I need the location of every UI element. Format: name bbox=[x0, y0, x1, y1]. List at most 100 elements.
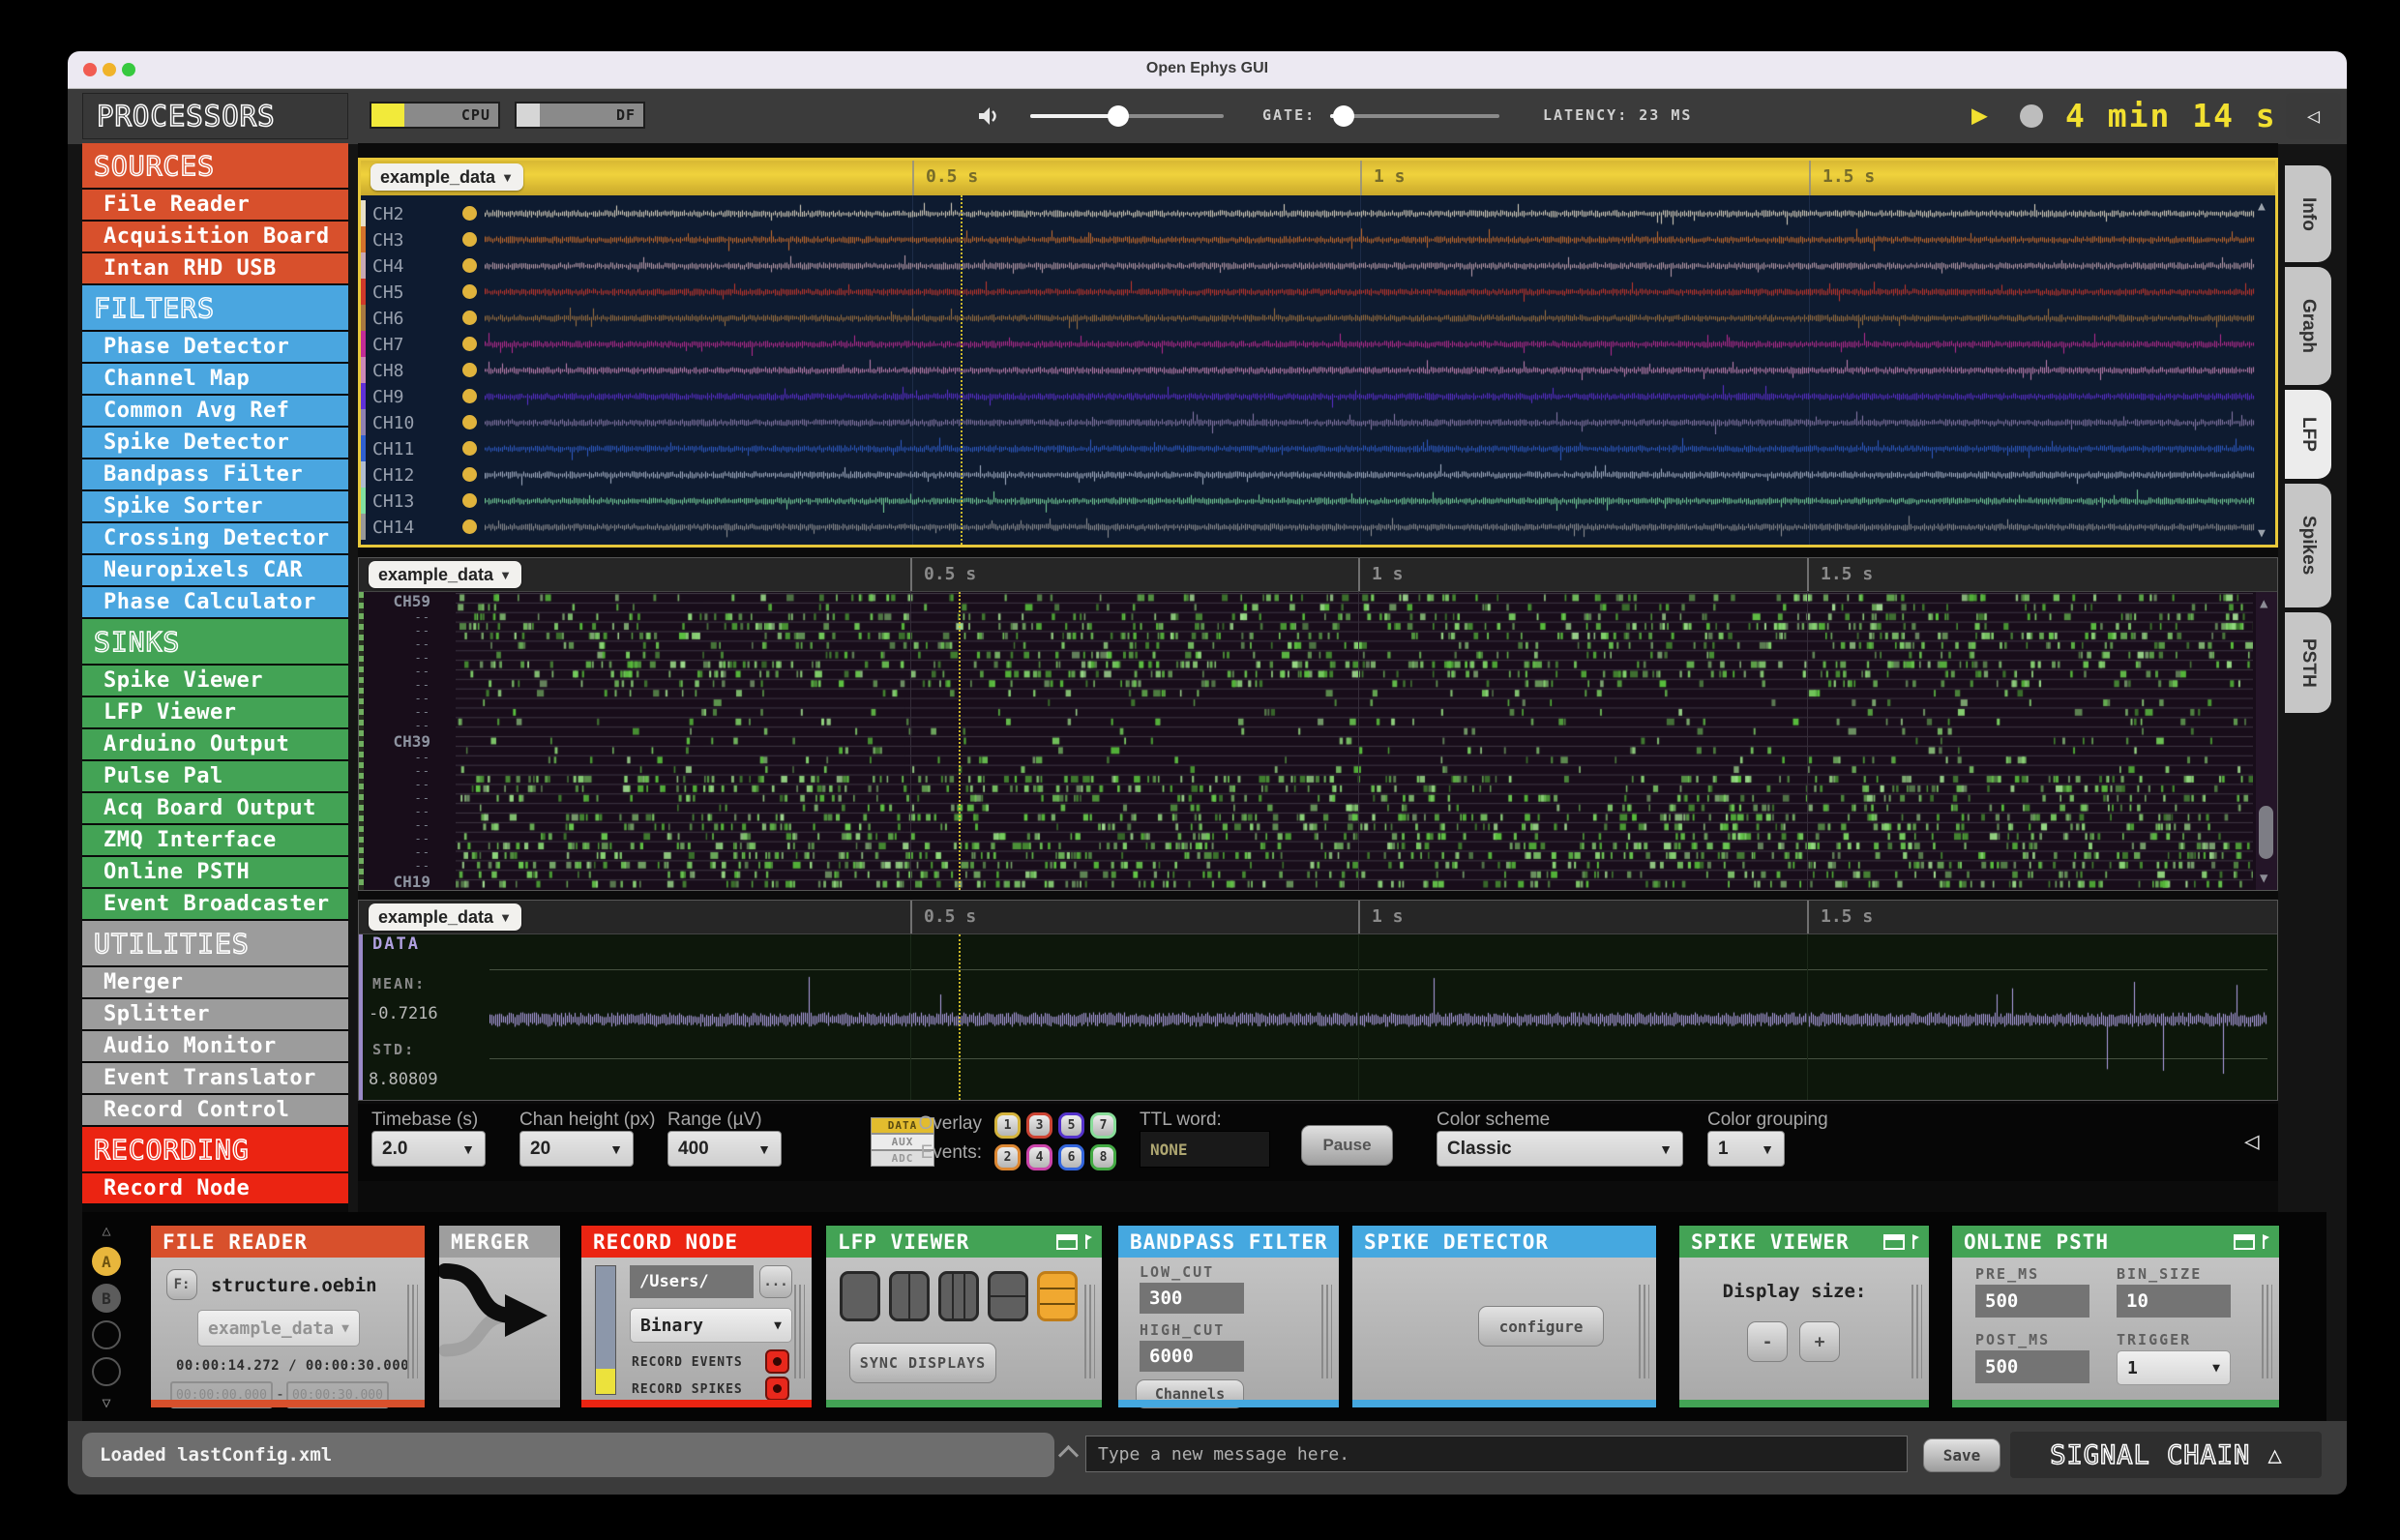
overlay-event-button-8[interactable]: 8 bbox=[1090, 1144, 1116, 1170]
channel-enable-dot[interactable] bbox=[462, 389, 477, 403]
record-node-header[interactable]: RECORD NODE bbox=[581, 1226, 812, 1258]
sidebar-item-spike-sorter[interactable]: Spike Sorter bbox=[82, 491, 348, 521]
data-plot-area[interactable]: DATA MEAN: -0.7216 STD: 8.80809 bbox=[359, 934, 2277, 1100]
bin-size-field[interactable]: 10 bbox=[2117, 1285, 2231, 1318]
lfp-scrollbar[interactable]: ▲ ▼ bbox=[2256, 199, 2273, 541]
channel-enable-dot[interactable] bbox=[462, 311, 477, 325]
channel-enable-dot[interactable] bbox=[462, 493, 477, 508]
sidebar-item-neuropixels-car[interactable]: Neuropixels CAR bbox=[82, 555, 348, 585]
open-in-window-icon[interactable] bbox=[2234, 1233, 2255, 1250]
scroll-up-icon[interactable]: ▲ bbox=[2258, 199, 2266, 214]
sidebar-item-record-control[interactable]: Record Control bbox=[82, 1095, 348, 1125]
editor-drag-handle[interactable] bbox=[1321, 1285, 1332, 1378]
open-in-window-icon[interactable] bbox=[1883, 1233, 1905, 1250]
open-in-window-icon[interactable] bbox=[1056, 1233, 1078, 1250]
lfp-trace-canvas[interactable] bbox=[485, 280, 2255, 304]
tab-psth[interactable]: PSTH bbox=[2285, 612, 2331, 713]
lfp-trace-canvas[interactable] bbox=[485, 384, 2255, 408]
editor-drag-handle[interactable] bbox=[1639, 1285, 1649, 1378]
data-trace-canvas[interactable] bbox=[489, 936, 2267, 1099]
record-engine-dropdown[interactable]: Binary ▼ bbox=[630, 1308, 792, 1343]
overlay-event-button-5[interactable]: 5 bbox=[1058, 1112, 1084, 1139]
sync-displays-button[interactable]: SYNC DISPLAYS bbox=[849, 1343, 996, 1383]
tab-info[interactable]: Info bbox=[2285, 165, 2331, 262]
record-button[interactable] bbox=[2020, 104, 2043, 128]
lfp-channel-row-ch2[interactable]: CH2 bbox=[361, 200, 2275, 226]
channel-enable-dot[interactable] bbox=[462, 284, 477, 299]
overlay-event-button-3[interactable]: 3 bbox=[1026, 1112, 1052, 1139]
sidebar-item-zmq-interface[interactable]: ZMQ Interface bbox=[82, 825, 348, 855]
file-reader-editor[interactable]: FILE READER F: structure.oebin example_d… bbox=[150, 1225, 426, 1408]
scroll-down-icon[interactable]: ▼ bbox=[2258, 526, 2266, 541]
chain-down-icon[interactable]: ▽ bbox=[102, 1394, 110, 1411]
record-node-editor[interactable]: RECORD NODE /Users/ ... Binary ▼ RECORD … bbox=[580, 1225, 813, 1408]
save-button[interactable]: Save bbox=[1923, 1438, 2000, 1472]
raster-plot-area[interactable]: CH59 -- -- -- -- -- -- -- -- -- CH39 -- -- -- -- -- -- --… bbox=[359, 592, 2277, 890]
chain-slot-button[interactable] bbox=[92, 1357, 121, 1386]
overlay-event-button-7[interactable]: 7 bbox=[1090, 1112, 1116, 1139]
lfp-trace-canvas[interactable] bbox=[485, 227, 2255, 252]
tab-spikes[interactable]: Spikes bbox=[2285, 484, 2331, 607]
lfp-channel-row-ch12[interactable]: CH12 bbox=[361, 461, 2275, 488]
channel-enable-dot[interactable] bbox=[462, 258, 477, 273]
lfp-channel-row-ch4[interactable]: CH4 bbox=[361, 252, 2275, 279]
file-reader-header[interactable]: FILE READER bbox=[151, 1226, 425, 1258]
layout-single-button[interactable] bbox=[840, 1271, 880, 1321]
display-size-plus-button[interactable]: + bbox=[1799, 1321, 1840, 1362]
overlay-event-button-1[interactable]: 1 bbox=[994, 1112, 1021, 1139]
sidebar-item-crossing-detector[interactable]: Crossing Detector bbox=[82, 523, 348, 553]
spike-viewer-editor[interactable]: SPIKE VIEWER Display size: - + bbox=[1678, 1225, 1930, 1408]
lfp-trace-canvas[interactable] bbox=[485, 201, 2255, 225]
online-psth-editor[interactable]: ONLINE PSTH PRE_MS 500 BIN_SIZE 10 POST_… bbox=[1951, 1225, 2280, 1408]
lfp-trace-canvas[interactable] bbox=[485, 253, 2255, 278]
sidebar-item-channel-map[interactable]: Channel Map bbox=[82, 364, 348, 394]
gate-slider-knob[interactable] bbox=[1333, 105, 1354, 127]
color-scheme-select[interactable]: Classic ▼ bbox=[1437, 1131, 1683, 1167]
lfp-channel-row-ch6[interactable]: CH6 bbox=[361, 305, 2275, 331]
sidebar-item-bandpass-filter[interactable]: Bandpass Filter bbox=[82, 459, 348, 489]
lfp-trace-canvas[interactable] bbox=[485, 436, 2255, 460]
sidebar-item-spike-detector[interactable]: Spike Detector bbox=[82, 428, 348, 458]
scroll-up-icon[interactable]: ▲ bbox=[2260, 596, 2267, 611]
file-select-button[interactable]: F: bbox=[166, 1269, 197, 1300]
lfp-trace-canvas[interactable] bbox=[485, 515, 2255, 539]
post-ms-field[interactable]: 500 bbox=[1975, 1350, 2089, 1383]
timebase-select[interactable]: 2.0 ▼ bbox=[371, 1131, 486, 1167]
low-cut-field[interactable]: 300 bbox=[1140, 1283, 1244, 1314]
lfp-channel-row-ch7[interactable]: CH7 bbox=[361, 331, 2275, 357]
lfp-channel-row-ch13[interactable]: CH13 bbox=[361, 488, 2275, 514]
sidebar-item-pulse-pal[interactable]: Pulse Pal bbox=[82, 761, 348, 791]
lfp-channel-row-ch14[interactable]: CH14 bbox=[361, 514, 2275, 540]
open-in-tab-icon[interactable] bbox=[1912, 1234, 1919, 1249]
overlay-event-button-6[interactable]: 6 bbox=[1058, 1144, 1084, 1170]
editor-drag-handle[interactable] bbox=[1084, 1285, 1095, 1378]
tab-lfp[interactable]: LFP bbox=[2285, 390, 2331, 479]
chain-b-button[interactable]: B bbox=[92, 1284, 121, 1313]
sidebar-item-intan-rhd-usb[interactable]: Intan RHD USB bbox=[82, 253, 348, 283]
data-stream-selector[interactable]: example_data ▼ bbox=[369, 903, 521, 931]
sidebar-item-merger[interactable]: Merger bbox=[82, 967, 348, 997]
chain-up-icon[interactable]: △ bbox=[102, 1222, 110, 1239]
lfp-channel-row-ch10[interactable]: CH10 bbox=[361, 409, 2275, 435]
sidebar-item-record-node[interactable]: Record Node bbox=[82, 1173, 348, 1203]
volume-slider[interactable] bbox=[1030, 105, 1224, 127]
lfp-channel-row-ch8[interactable]: CH8 bbox=[361, 357, 2275, 383]
gate-slider[interactable] bbox=[1330, 105, 1499, 127]
trigger-dropdown[interactable]: 1 ▼ bbox=[2117, 1350, 2231, 1385]
lfp-trace-canvas[interactable] bbox=[485, 489, 2255, 513]
sidebar-item-audio-monitor[interactable]: Audio Monitor bbox=[82, 1031, 348, 1061]
record-events-toggle[interactable] bbox=[765, 1349, 789, 1374]
sidebar-item-common-avg-ref[interactable]: Common Avg Ref bbox=[82, 396, 348, 426]
bandpass-header[interactable]: BANDPASS FILTER bbox=[1118, 1226, 1339, 1258]
controls-collapse-icon[interactable]: ◁ bbox=[2244, 1127, 2260, 1156]
sidebar-item-event-broadcaster[interactable]: Event Broadcaster bbox=[82, 889, 348, 919]
lfp-trace-canvas[interactable] bbox=[485, 332, 2255, 356]
sidebar-item-splitter[interactable]: Splitter bbox=[82, 999, 348, 1029]
sidebar-item-acquisition-board[interactable]: Acquisition Board bbox=[82, 222, 348, 252]
spike-viewer-header[interactable]: SPIKE VIEWER bbox=[1679, 1226, 1929, 1258]
channel-enable-dot[interactable] bbox=[462, 415, 477, 429]
scroll-down-icon[interactable]: ▼ bbox=[2260, 871, 2267, 886]
channel-enable-dot[interactable] bbox=[462, 363, 477, 377]
bandpass-filter-editor[interactable]: BANDPASS FILTER LOW_CUT 300 HIGH_CUT 600… bbox=[1117, 1225, 1340, 1408]
sidebar-item-acq-board-output[interactable]: Acq Board Output bbox=[82, 793, 348, 823]
